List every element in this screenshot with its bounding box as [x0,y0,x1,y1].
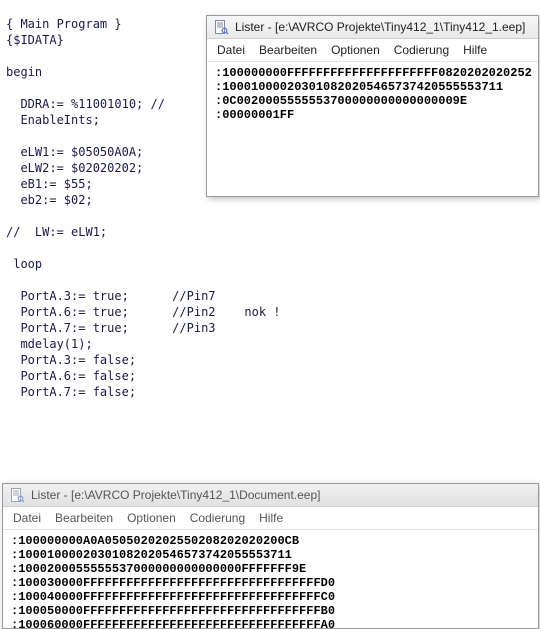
window-title: Lister - [e:\AVRCO Projekte\Tiny412_1\Do… [31,488,320,502]
menubar: Datei Bearbeiten Optionen Codierung Hilfe [207,39,538,62]
menu-item-bearbeiten[interactable]: Bearbeiten [55,511,113,525]
menu-item-datei[interactable]: Datei [13,511,41,525]
titlebar[interactable]: Lister - [e:\AVRCO Projekte\Tiny412_1\Ti… [207,16,538,39]
menu-item-hilfe[interactable]: Hilfe [259,511,283,525]
lister-window-tiny412-eep: Lister - [e:\AVRCO Projekte\Tiny412_1\Ti… [206,15,539,197]
menu-item-datei[interactable]: Datei [217,43,245,57]
lister-window-document-eep: Lister - [e:\AVRCO Projekte\Tiny412_1\Do… [2,483,539,629]
menu-item-optionen[interactable]: Optionen [331,43,380,57]
hex-content[interactable]: :100000000FFFFFFFFFFFFFFFFFFFFF082020202… [207,62,538,126]
window-title: Lister - [e:\AVRCO Projekte\Tiny412_1\Ti… [235,20,525,34]
menu-item-codierung[interactable]: Codierung [190,511,245,525]
app-icon [213,19,229,35]
menubar: Datei Bearbeiten Optionen Codierung Hilfe [3,507,538,530]
titlebar[interactable]: Lister - [e:\AVRCO Projekte\Tiny412_1\Do… [3,484,538,507]
menu-item-hilfe[interactable]: Hilfe [463,43,487,57]
hex-content[interactable]: :100000000A0A0505020202550208202020200CB… [3,530,538,629]
menu-item-optionen[interactable]: Optionen [127,511,176,525]
menu-item-codierung[interactable]: Codierung [394,43,449,57]
app-icon [9,487,25,503]
menu-item-bearbeiten[interactable]: Bearbeiten [259,43,317,57]
